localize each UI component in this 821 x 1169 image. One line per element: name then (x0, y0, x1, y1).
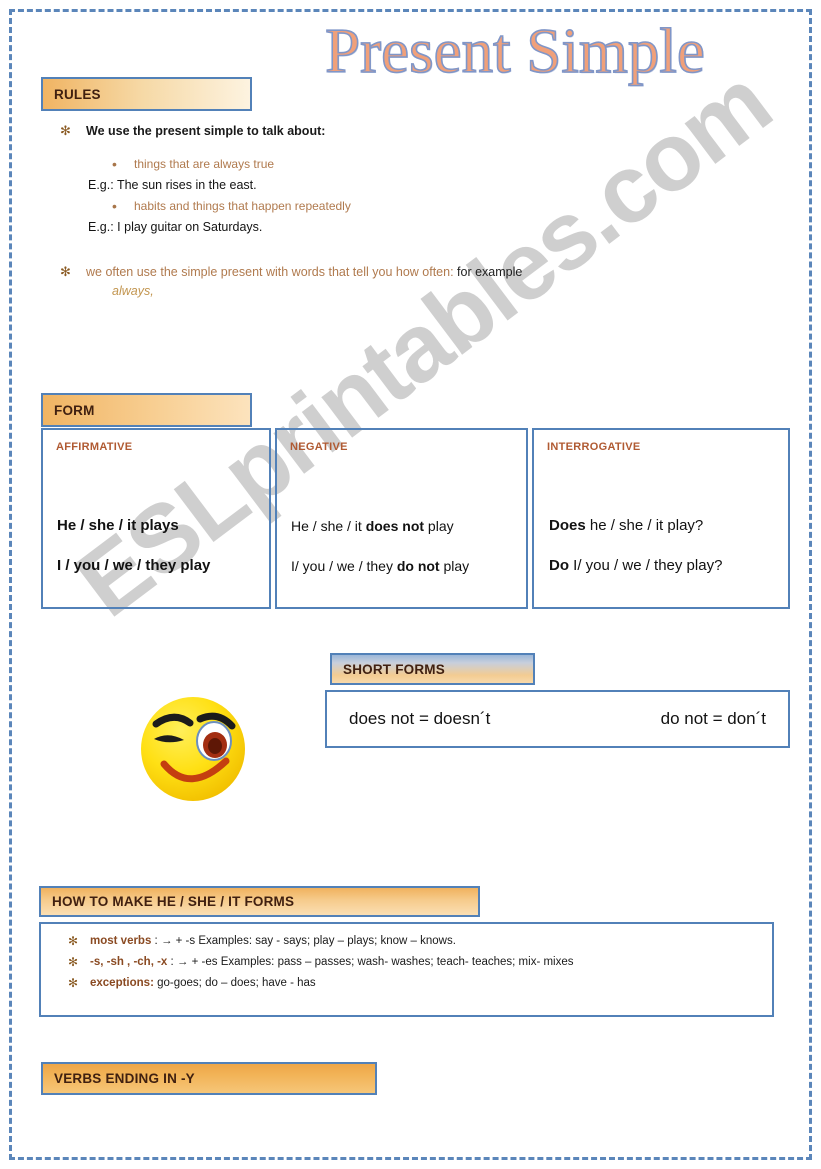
star-bullet-icon: ✻ (60, 264, 71, 279)
form-line-post: play (424, 518, 454, 534)
how-to-make-line-text: exceptions: go-goes; do – does; have - h… (90, 975, 316, 992)
rule-item-1-text: We use the present simple to talk about: (86, 124, 326, 138)
short-form-item: does not = doesn´t (349, 709, 491, 728)
form-line-post: play (439, 558, 470, 574)
rule-item-2-adverb: always, (112, 284, 154, 298)
section-header-verbs-ending-y: VERBS ENDING IN -Y (41, 1062, 377, 1095)
rule-item-2-text: we often use the simple present with wor… (86, 263, 522, 282)
form-line-text: He / she / it plays (57, 517, 179, 534)
winking-smiley-face-icon (128, 683, 258, 813)
rule-item-1: ✻ We use the present simple to talk abou… (60, 122, 700, 140)
short-forms-inner: does not = doesn´t do not = don´t (327, 692, 788, 746)
form-column-interrogative: INTERROGATIVE Does he / she / it play? D… (532, 428, 790, 609)
rules-body: ✻ We use the present simple to talk abou… (60, 122, 700, 303)
star-bullet-icon: ✻ (68, 934, 79, 948)
how-to-make-line-highlight: -s, -sh , -ch, -x (90, 956, 168, 968)
form-line-pre: He / she / it (291, 518, 366, 534)
section-header-form: FORM (41, 393, 252, 427)
how-to-make-line-rest: : → + -s Examples: say - says; play – pl… (151, 935, 456, 947)
rules-example-1: E.g.: The sun rises in the east. (88, 178, 257, 192)
rules-sub-item-1-text: things that are always true (134, 157, 275, 171)
form-line-bold: do not (396, 558, 440, 574)
form-line-post: I/ you / we / they play? (569, 557, 723, 574)
section-header-rules: RULES (41, 77, 252, 111)
how-to-make-line: ✻ most verbs : → + -s Examples: say - sa… (41, 933, 772, 950)
rules-sub-item-1: • things that are always true (112, 154, 700, 174)
section-header-verbs-ending-y-label: VERBS ENDING IN -Y (54, 1071, 195, 1086)
form-line: Does he / she / it play? (534, 506, 788, 546)
dot-bullet-icon: • (112, 156, 117, 172)
form-column-affirmative-lines: He / she / it plays I / you / we / they … (43, 506, 269, 586)
form-line-pre: I/ you / we / they (291, 558, 397, 574)
star-bullet-icon: ✻ (68, 976, 79, 990)
section-header-form-label: FORM (54, 402, 95, 418)
rule-item-2-text-dark: for example (457, 265, 523, 279)
form-line: Do I/ you / we / they play? (534, 546, 788, 586)
star-bullet-icon: ✻ (68, 955, 79, 969)
section-header-short-forms: SHORT FORMS (330, 653, 535, 685)
section-header-rules-label: RULES (54, 86, 101, 102)
form-column-affirmative: AFFIRMATIVE He / she / it plays I / you … (41, 428, 271, 609)
form-column-affirmative-label: AFFIRMATIVE (56, 441, 133, 453)
rules-sub-item-2: • habits and things that happen repeated… (112, 196, 700, 216)
form-line-bold: Does (549, 517, 586, 534)
form-column-negative-label: NEGATIVE (290, 441, 348, 453)
form-line-bold: does not (365, 518, 425, 534)
rules-example-2: E.g.: I play guitar on Saturdays. (88, 220, 263, 234)
form-line-bold: Do (549, 557, 569, 574)
how-to-make-line-highlight: exceptions: (90, 977, 154, 989)
how-to-make-line: ✻ -s, -sh , -ch, -x : → + -es Examples: … (41, 954, 772, 971)
short-forms-box: does not = doesn´t do not = don´t (325, 690, 790, 748)
dot-bullet-icon: • (112, 198, 117, 214)
how-to-make-line-rest: go-goes; do – does; have - has (153, 977, 316, 989)
rule-item-2: ✻ we often use the simple present with w… (60, 263, 700, 301)
short-form-item: do not = don´t (660, 709, 766, 728)
form-column-interrogative-label: INTERROGATIVE (547, 441, 641, 453)
how-to-make-line-text: -s, -sh , -ch, -x : → + -es Examples: pa… (90, 954, 574, 971)
form-line: He / she / it does not play (277, 506, 526, 546)
how-to-make-box: ✻ most verbs : → + -s Examples: say - sa… (39, 922, 774, 1017)
how-to-make-line-highlight: most verbs (90, 935, 152, 947)
form-column-negative-lines: He / she / it does not play I/ you / we … (277, 506, 526, 586)
rules-sub-list: • things that are always true E.g.: The … (60, 154, 700, 237)
section-header-how-to-make-label: HOW TO MAKE HE / SHE / IT FORMS (52, 894, 295, 909)
form-column-interrogative-lines: Does he / she / it play? Do I/ you / we … (534, 506, 788, 586)
how-to-make-line-text: most verbs : → + -s Examples: say - says… (90, 933, 456, 950)
section-header-short-forms-label: SHORT FORMS (343, 661, 445, 677)
worksheet-page: ESLprintables.com Present Simple RULES ✻… (0, 0, 821, 1169)
rules-sub-item-2-text: habits and things that happen repeatedly (134, 199, 351, 213)
form-line-text: I / you / we / they play (57, 557, 211, 574)
form-line: He / she / it plays (43, 506, 269, 546)
form-line-post: he / she / it play? (585, 517, 704, 534)
form-line: I/ you / we / they do not play (277, 546, 526, 586)
rule-item-2-text-tan: we often use the simple present with wor… (86, 265, 454, 279)
section-header-how-to-make: HOW TO MAKE HE / SHE / IT FORMS (39, 886, 480, 917)
how-to-make-line: ✻ exceptions: go-goes; do – does; have -… (41, 975, 772, 992)
how-to-make-line-rest: : → + -es Examples: pass – passes; wash-… (167, 956, 574, 968)
form-column-negative: NEGATIVE He / she / it does not play I/ … (275, 428, 528, 609)
star-bullet-icon: ✻ (60, 123, 71, 138)
page-title: Present Simple (324, 16, 705, 86)
form-line: I / you / we / they play (43, 546, 269, 586)
